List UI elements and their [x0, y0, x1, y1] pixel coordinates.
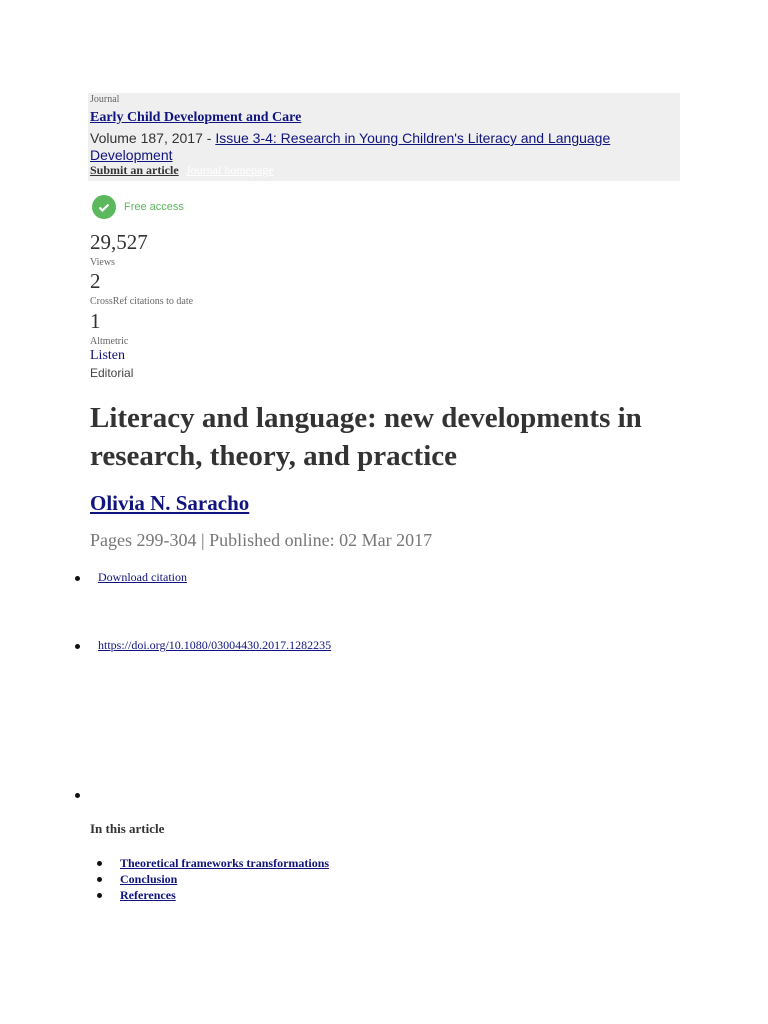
- bullet: [97, 877, 102, 882]
- views-count: 29,527: [90, 230, 148, 254]
- check-circle-icon: [92, 195, 116, 219]
- bullet: [75, 644, 80, 649]
- article-type: Editorial: [90, 366, 134, 380]
- toc-item-references[interactable]: References: [120, 888, 176, 903]
- views-label: Views: [90, 257, 115, 268]
- journal-label: Journal: [90, 94, 120, 105]
- article-meta: Pages 299-304 | Published online: 02 Mar…: [90, 530, 433, 550]
- journal-title-link[interactable]: Early Child Development and Care: [90, 110, 301, 126]
- author-link[interactable]: Olivia N. Saracho: [90, 491, 249, 516]
- bullet: [97, 861, 102, 866]
- listen-button[interactable]: Listen: [90, 348, 125, 364]
- free-access-label: Free access: [124, 201, 184, 213]
- article-title: Literacy and language: new developments …: [90, 402, 642, 472]
- download-citation-link[interactable]: Download citation: [98, 570, 187, 585]
- bullet: [75, 576, 80, 581]
- altmetric-label: Altmetric: [90, 336, 129, 347]
- doi-link[interactable]: https://doi.org/10.1080/03004430.2017.12…: [98, 638, 331, 653]
- bullet: [75, 793, 80, 798]
- toc-item-frameworks[interactable]: Theoretical frameworks transformations: [120, 856, 329, 871]
- submit-article-link[interactable]: Submit an article: [90, 163, 179, 178]
- altmetric-count: 1: [90, 309, 101, 333]
- citations-label: CrossRef citations to date: [90, 296, 194, 307]
- toc-heading: In this article: [90, 821, 165, 836]
- bullet: [97, 893, 102, 898]
- journal-homepage-link[interactable]: Journal homepage: [186, 163, 274, 178]
- volume-text: Volume 187, 2017 -: [90, 130, 216, 146]
- citations-count: 2: [90, 269, 101, 293]
- volume-issue: Volume 187, 2017 - Issue 3-4: Research i…: [90, 130, 650, 164]
- toc-item-conclusion[interactable]: Conclusion: [120, 872, 177, 887]
